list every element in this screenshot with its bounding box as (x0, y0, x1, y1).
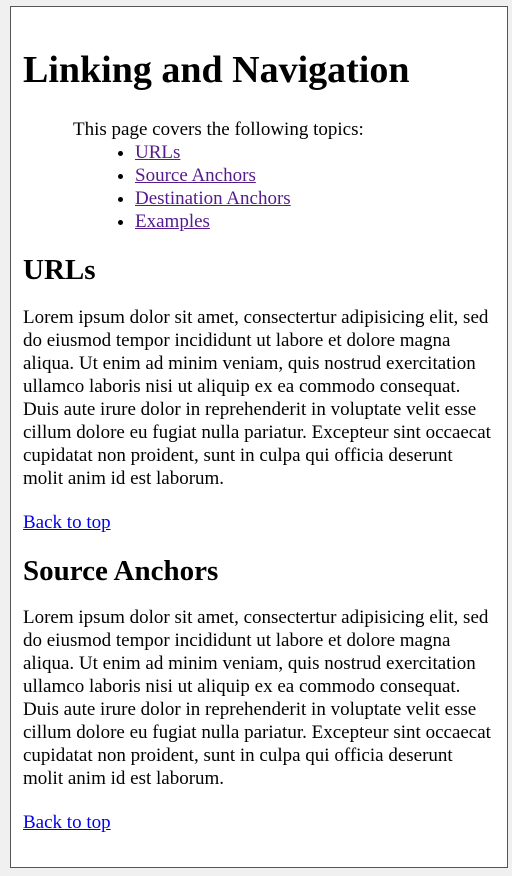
toc-list: URLs Source Anchors Destination Anchors … (73, 141, 495, 233)
back-to-top-row: Back to top (23, 511, 495, 534)
browser-viewport: Linking and Navigation This page covers … (10, 6, 508, 868)
page-content: Linking and Navigation This page covers … (11, 49, 507, 835)
toc-item-destination-anchors: Destination Anchors (135, 187, 495, 210)
section-heading-urls: URLs (23, 253, 96, 286)
section-heading-source-anchors: Source Anchors (23, 554, 219, 587)
back-to-top-link[interactable]: Back to top (23, 812, 111, 833)
section-urls: URLs Lorem ipsum dolor sit amet, consect… (23, 253, 495, 534)
toc-link-urls[interactable]: URLs (135, 142, 180, 163)
back-to-top-row: Back to top (23, 811, 495, 834)
toc-item-urls: URLs (135, 141, 495, 164)
toc-intro: This page covers the following topics: (73, 118, 364, 140)
toc-link-destination-anchors[interactable]: Destination Anchors (135, 188, 291, 209)
toc-link-examples[interactable]: Examples (135, 211, 210, 232)
back-to-top-link[interactable]: Back to top (23, 512, 111, 533)
toc-link-source-anchors[interactable]: Source Anchors (135, 165, 256, 186)
table-of-contents: This page covers the following topics: U… (73, 118, 495, 233)
toc-item-examples: Examples (135, 210, 495, 233)
section-source-anchors: Source Anchors Lorem ipsum dolor sit ame… (23, 554, 495, 835)
page-title: Linking and Navigation (23, 49, 410, 91)
section-body-urls: Lorem ipsum dolor sit amet, consectertur… (23, 306, 491, 489)
section-body-source-anchors: Lorem ipsum dolor sit amet, consectertur… (23, 607, 491, 790)
toc-item-source-anchors: Source Anchors (135, 164, 495, 187)
